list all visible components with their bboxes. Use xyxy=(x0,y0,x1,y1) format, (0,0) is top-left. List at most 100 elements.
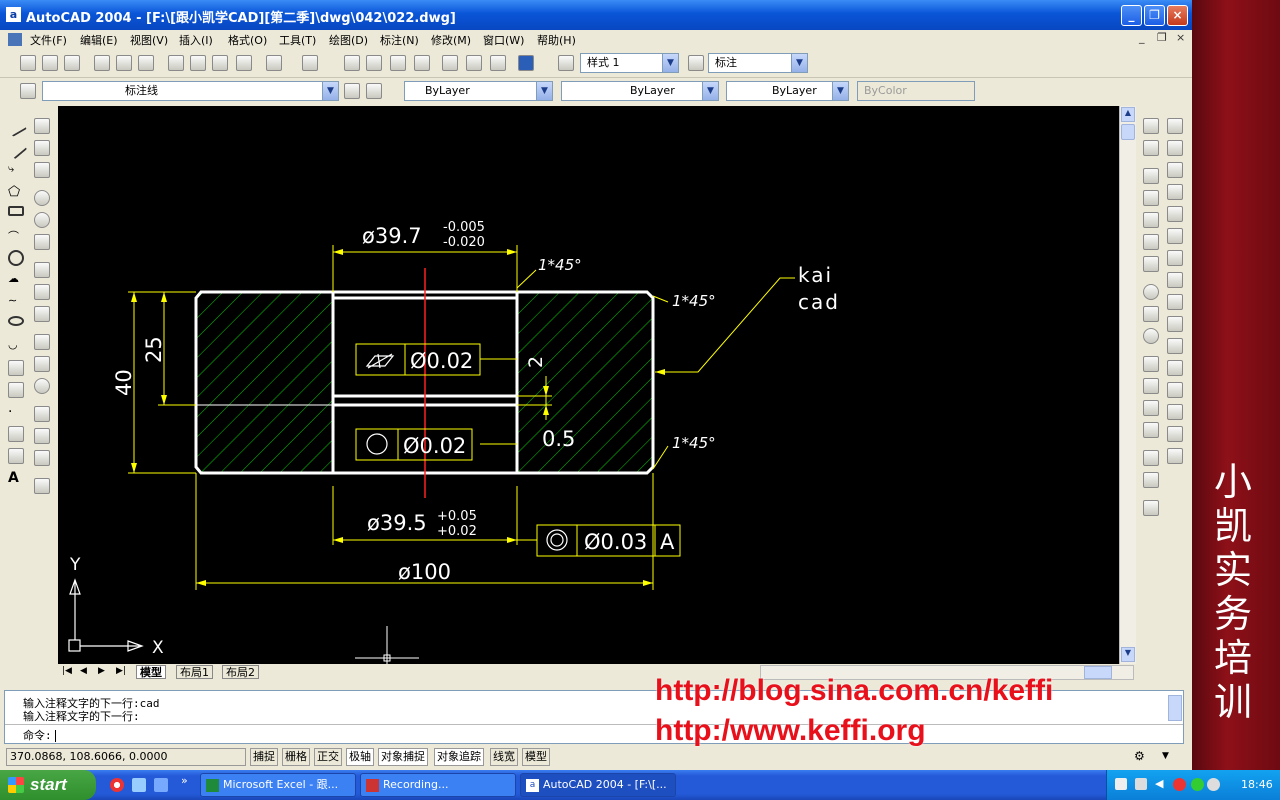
chevron-down-icon[interactable]: ▼ xyxy=(791,54,807,72)
tab-next-icon[interactable]: ▶ xyxy=(98,666,105,676)
baseline-dim-icon[interactable] xyxy=(34,284,50,300)
minimize-button[interactable]: _ xyxy=(1121,5,1142,26)
snap-quadrant-icon[interactable] xyxy=(1143,306,1159,322)
command-scrollbar[interactable] xyxy=(1168,695,1182,721)
menu-tools[interactable]: 工具(T) xyxy=(279,32,316,48)
linetype-select[interactable]: ByLayer ▼ xyxy=(561,81,719,101)
chevron-down-icon[interactable]: ▼ xyxy=(322,82,338,100)
mdi-minimize-button[interactable]: _ xyxy=(1139,31,1145,44)
continue-dim-icon[interactable] xyxy=(34,306,50,322)
zoom-window-icon[interactable] xyxy=(390,55,406,71)
snap-nearest-icon[interactable] xyxy=(1143,450,1159,466)
grid-toggle[interactable]: 栅格 xyxy=(282,748,310,766)
tray-security-icon[interactable] xyxy=(1173,778,1186,791)
move-icon[interactable] xyxy=(1167,228,1183,244)
scale-icon[interactable] xyxy=(1167,272,1183,288)
tab-prev-icon[interactable]: ◀ xyxy=(80,666,87,676)
layer-previous-icon[interactable] xyxy=(366,83,382,99)
menu-dimension[interactable]: 标注(N) xyxy=(380,32,419,48)
snap-midpoint-icon[interactable] xyxy=(1143,140,1159,156)
layer-select[interactable]: 标注线 ▼ xyxy=(42,81,339,101)
snap-apparent-icon[interactable] xyxy=(1143,190,1159,206)
construction-line-icon[interactable] xyxy=(4,136,28,160)
tab-model[interactable]: 模型 xyxy=(136,665,166,679)
polygon-icon[interactable]: ⬠ xyxy=(8,184,24,200)
offset-icon[interactable] xyxy=(1167,184,1183,200)
model-toggle[interactable]: 模型 xyxy=(522,748,550,766)
make-current-icon[interactable] xyxy=(344,83,360,99)
scroll-thumb[interactable] xyxy=(1121,124,1135,140)
mdi-close-button[interactable]: × xyxy=(1176,31,1185,44)
task-excel[interactable]: Microsoft Excel - 跟... xyxy=(200,773,356,797)
trim-icon[interactable] xyxy=(1167,316,1183,332)
fillet-icon[interactable] xyxy=(1167,426,1183,442)
show-desktop-icon[interactable] xyxy=(154,778,168,792)
menu-draw[interactable]: 绘图(D) xyxy=(329,32,368,48)
dim-style-manager-icon[interactable] xyxy=(34,478,50,494)
menu-insert[interactable]: 插入(I) xyxy=(179,32,213,48)
snap-extension3-icon[interactable] xyxy=(1143,256,1159,272)
stretch-icon[interactable] xyxy=(1167,294,1183,310)
menu-view[interactable]: 视图(V) xyxy=(130,32,168,48)
coordinate-display[interactable]: 370.0868, 108.6066, 0.0000 xyxy=(6,748,246,766)
dim-text-edit-icon[interactable] xyxy=(34,428,50,444)
design-center-icon[interactable] xyxy=(466,55,482,71)
tray-clock[interactable]: 18:46 xyxy=(1241,778,1273,791)
snap-parallel-icon[interactable] xyxy=(1143,378,1159,394)
snap-extension2-icon[interactable] xyxy=(1143,234,1159,250)
menu-modify[interactable]: 修改(M) xyxy=(431,32,471,48)
osnap-settings-icon[interactable] xyxy=(1143,500,1159,516)
redo-icon[interactable] xyxy=(302,55,318,71)
print-icon[interactable] xyxy=(94,55,110,71)
menu-window[interactable]: 窗口(W) xyxy=(483,32,524,48)
ordinate-dim-icon[interactable] xyxy=(34,162,50,178)
rectangle-icon[interactable] xyxy=(8,206,24,216)
quick-leader-icon[interactable] xyxy=(34,334,50,350)
chevron-down-icon[interactable]: ▼ xyxy=(832,82,848,100)
spline-icon[interactable]: ∼ xyxy=(8,294,24,310)
otrack-toggle[interactable]: 对象追踪 xyxy=(434,748,484,766)
polar-toggle[interactable]: 极轴 xyxy=(346,748,374,766)
properties-icon[interactable] xyxy=(442,55,458,71)
tab-layout2[interactable]: 布局2 xyxy=(222,665,259,679)
dim-style-icon[interactable] xyxy=(688,55,704,71)
extend-icon[interactable] xyxy=(1167,338,1183,354)
insert-block-icon[interactable] xyxy=(8,360,24,376)
snap-tangent-icon[interactable] xyxy=(1143,328,1159,344)
aligned-dim-icon[interactable] xyxy=(34,140,50,156)
undo-icon[interactable] xyxy=(266,55,282,71)
hatch-icon[interactable] xyxy=(8,426,24,442)
quicklaunch-more-icon[interactable]: » xyxy=(181,774,188,787)
title-bar[interactable]: a AutoCAD 2004 - [F:\[跟小凯学CAD][第二季]\dwg\… xyxy=(0,0,1192,30)
save-icon[interactable] xyxy=(64,55,80,71)
status-menu-chevron-icon[interactable]: ▼ xyxy=(1162,751,1169,761)
dim-update-icon[interactable] xyxy=(34,450,50,466)
ellipse-arc-icon[interactable]: ◡ xyxy=(8,338,24,354)
rotate-icon[interactable] xyxy=(1167,250,1183,266)
new-icon[interactable] xyxy=(20,55,36,71)
lineweight-toggle[interactable]: 线宽 xyxy=(490,748,518,766)
array-icon[interactable] xyxy=(1167,206,1183,222)
chevron-down-icon[interactable]: ▼ xyxy=(536,82,552,100)
linear-dim-icon[interactable] xyxy=(34,118,50,134)
tab-last-icon[interactable]: ▶| xyxy=(116,666,126,676)
polyline-icon[interactable]: ⤷ xyxy=(8,162,24,178)
tray-expand-icon[interactable]: ◀ xyxy=(1155,777,1163,790)
document-icon[interactable] xyxy=(8,33,22,46)
snap-center-icon[interactable] xyxy=(1143,284,1159,300)
point-icon[interactable]: · xyxy=(8,404,24,420)
ellipse-icon[interactable] xyxy=(8,316,24,326)
tab-layout1[interactable]: 布局1 xyxy=(176,665,213,679)
menu-format[interactable]: 格式(O) xyxy=(228,32,267,48)
menu-help[interactable]: 帮助(H) xyxy=(537,32,576,48)
osnap-toggle[interactable]: 对象捕捉 xyxy=(378,748,428,766)
cut-icon[interactable] xyxy=(168,55,184,71)
copy-object-icon[interactable] xyxy=(1167,140,1183,156)
snap-insert-icon[interactable] xyxy=(1143,400,1159,416)
mdi-restore-button[interactable]: ❐ xyxy=(1157,31,1167,44)
snap-perpendicular-icon[interactable] xyxy=(1143,356,1159,372)
plot-preview-icon[interactable] xyxy=(116,55,132,71)
tray-volume-icon[interactable] xyxy=(1135,778,1147,790)
snap-intersection-icon[interactable] xyxy=(1143,168,1159,184)
explode-icon[interactable] xyxy=(1167,448,1183,464)
